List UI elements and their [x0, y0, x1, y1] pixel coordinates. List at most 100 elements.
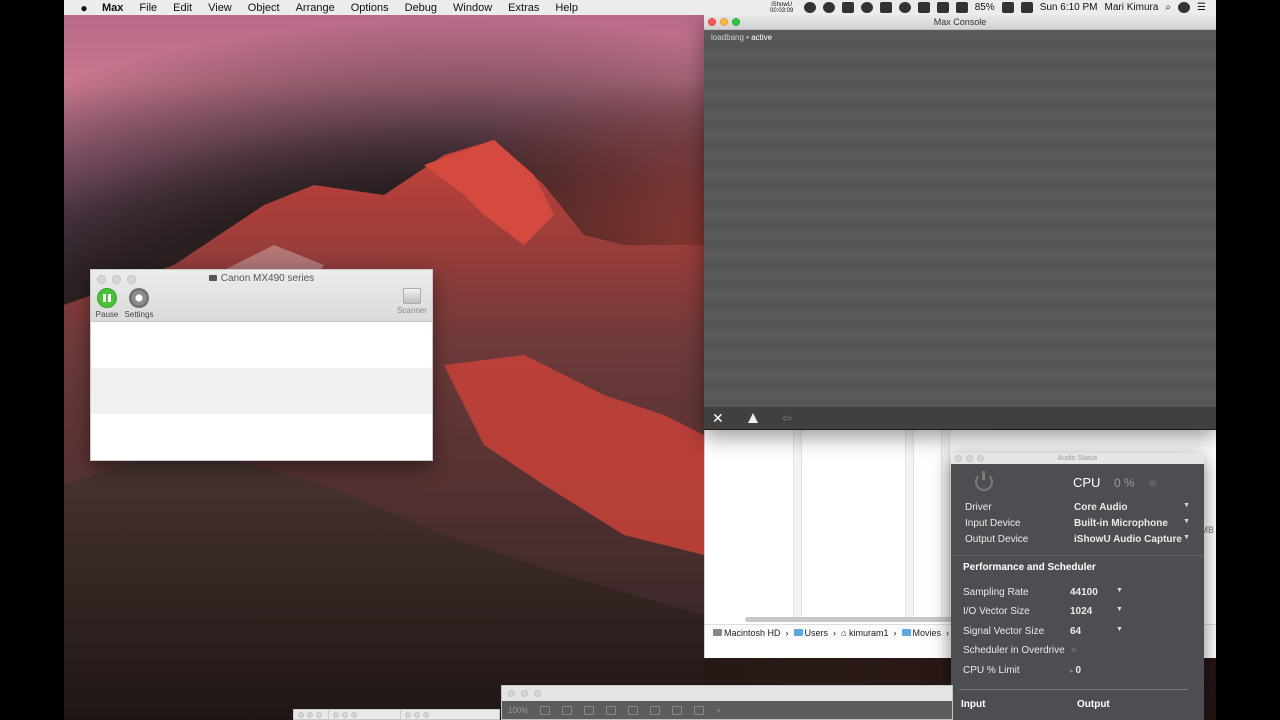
- close-button[interactable]: [508, 690, 515, 697]
- output-device-select[interactable]: iShowU Audio Capture: [1074, 534, 1183, 545]
- path-item-movies[interactable]: Movies: [901, 628, 941, 638]
- menu-window[interactable]: Window: [445, 2, 500, 14]
- cpu-limit-field[interactable]: ▸ 0: [1070, 665, 1116, 676]
- console-log-entry[interactable]: loadbang • active: [711, 33, 772, 42]
- audio-status-titlebar[interactable]: Audio Status: [951, 453, 1204, 464]
- flag-icon[interactable]: [1020, 2, 1033, 13]
- printer-window-titlebar[interactable]: Canon MX490 series Pause Settings Scanne…: [91, 270, 432, 322]
- input-section-label: Input: [961, 699, 986, 710]
- settings-button[interactable]: Settings: [123, 288, 155, 319]
- signal-vector-select[interactable]: 64: [1070, 626, 1116, 637]
- chevron-down-icon[interactable]: ▼: [1116, 606, 1123, 617]
- close-button[interactable]: [955, 455, 962, 462]
- menu-help[interactable]: Help: [547, 2, 586, 14]
- plus-icon[interactable]: +: [716, 706, 721, 715]
- object-icon[interactable]: [606, 705, 617, 715]
- console-titlebar[interactable]: Max Console: [704, 15, 1216, 30]
- chevron-down-icon[interactable]: ▼: [1116, 626, 1123, 637]
- pause-button[interactable]: Pause: [95, 288, 119, 319]
- cpu-indicator-led: [1149, 479, 1157, 487]
- minimize-button[interactable]: [342, 712, 348, 718]
- path-item-macintosh-hd[interactable]: Macintosh HD: [713, 628, 781, 638]
- menu-edit[interactable]: Edit: [165, 2, 200, 14]
- input-device-row: Input Device Built-in Microphone ▼: [965, 518, 1190, 529]
- minimize-button[interactable]: [966, 455, 973, 462]
- zoom-button[interactable]: [534, 690, 541, 697]
- message-icon[interactable]: [628, 705, 639, 715]
- close-button[interactable]: [708, 18, 716, 26]
- spotlight-search-icon[interactable]: ⌕: [1165, 2, 1171, 13]
- media-icon[interactable]: [822, 2, 835, 13]
- lock-icon[interactable]: [540, 705, 551, 715]
- overdrive-toggle[interactable]: ✕: [1070, 645, 1116, 656]
- zoom-button[interactable]: [977, 455, 984, 462]
- menu-view[interactable]: View: [200, 2, 240, 14]
- chevron-down-icon[interactable]: ▼: [1183, 534, 1190, 545]
- driver-select[interactable]: Core Audio: [1074, 502, 1183, 513]
- path-item-home[interactable]: ⌂ kimuram1: [841, 628, 888, 638]
- list-item[interactable]: [91, 368, 432, 414]
- toggle-icon[interactable]: [694, 705, 705, 715]
- siri-icon[interactable]: [1178, 2, 1191, 13]
- minimize-button[interactable]: [307, 712, 313, 718]
- zoom-button[interactable]: [423, 712, 429, 718]
- path-item-users[interactable]: Users: [793, 628, 828, 638]
- clear-console-icon[interactable]: ✕: [712, 410, 724, 427]
- apple-menu-icon[interactable]: ●: [74, 1, 94, 15]
- zoom-button[interactable]: [351, 712, 357, 718]
- scanner-button[interactable]: Scanner: [396, 288, 428, 315]
- chevron-down-icon[interactable]: ▼: [1183, 518, 1190, 529]
- close-button[interactable]: [333, 712, 339, 718]
- menu-file[interactable]: File: [131, 2, 165, 14]
- input-device-select[interactable]: Built-in Microphone: [1074, 518, 1183, 529]
- wifi-icon[interactable]: [917, 2, 930, 13]
- bluetooth-icon[interactable]: [898, 2, 911, 13]
- finder-column-divider[interactable]: [905, 430, 914, 618]
- menu-clock[interactable]: Sun 6:10 PM: [1040, 2, 1098, 13]
- menu-arrange[interactable]: Arrange: [288, 2, 343, 14]
- battery-icon[interactable]: [1001, 2, 1014, 13]
- sync-icon[interactable]: [860, 2, 873, 13]
- arrow-left-icon[interactable]: ⇦: [782, 411, 792, 425]
- menu-user[interactable]: Mari Kimura: [1105, 2, 1159, 13]
- close-button[interactable]: [405, 712, 411, 718]
- finder-column-divider[interactable]: [941, 430, 950, 618]
- chevron-down-icon[interactable]: ▼: [1116, 587, 1123, 598]
- volume-icon[interactable]: [955, 2, 968, 13]
- menu-object[interactable]: Object: [240, 2, 288, 14]
- grid-icon[interactable]: [584, 705, 595, 715]
- cloud-icon[interactable]: [841, 2, 854, 13]
- notification-center-icon[interactable]: ☰: [1197, 2, 1206, 13]
- zoom-button[interactable]: [732, 18, 740, 26]
- list-item[interactable]: [91, 322, 432, 368]
- airplay-icon[interactable]: [936, 2, 949, 13]
- button-icon[interactable]: [672, 705, 683, 715]
- list-item[interactable]: [91, 414, 432, 460]
- record-indicator-icon[interactable]: [803, 2, 816, 13]
- close-button[interactable]: [298, 712, 304, 718]
- zoom-button[interactable]: [316, 712, 322, 718]
- menu-options[interactable]: Options: [343, 2, 397, 14]
- menu-debug[interactable]: Debug: [397, 2, 445, 14]
- minimize-button[interactable]: [414, 712, 420, 718]
- comment-icon[interactable]: [650, 705, 661, 715]
- sampling-rate-select[interactable]: 44100: [1070, 587, 1116, 598]
- recorder-status[interactable]: iShowU 00:03:09: [767, 2, 797, 14]
- background-window[interactable]: [328, 709, 404, 720]
- audio-power-icon[interactable]: [975, 471, 993, 491]
- battery-percent[interactable]: 85%: [975, 2, 995, 13]
- minimize-button[interactable]: [521, 690, 528, 697]
- chevron-down-icon[interactable]: ▼: [1183, 502, 1190, 513]
- menu-app-max[interactable]: Max: [94, 2, 131, 14]
- warning-filter-icon[interactable]: [747, 413, 758, 423]
- presentation-icon[interactable]: [562, 705, 573, 715]
- background-window[interactable]: [400, 709, 500, 720]
- minimize-button[interactable]: [720, 18, 728, 26]
- zoom-level[interactable]: 100%: [508, 706, 528, 715]
- console-log-area[interactable]: [704, 30, 1216, 407]
- io-vector-select[interactable]: 1024: [1070, 606, 1116, 617]
- shield-icon[interactable]: [879, 2, 892, 13]
- patcher-toolbar: 100% +: [502, 701, 952, 719]
- finder-column-divider[interactable]: [793, 430, 802, 618]
- menu-extras[interactable]: Extras: [500, 2, 547, 14]
